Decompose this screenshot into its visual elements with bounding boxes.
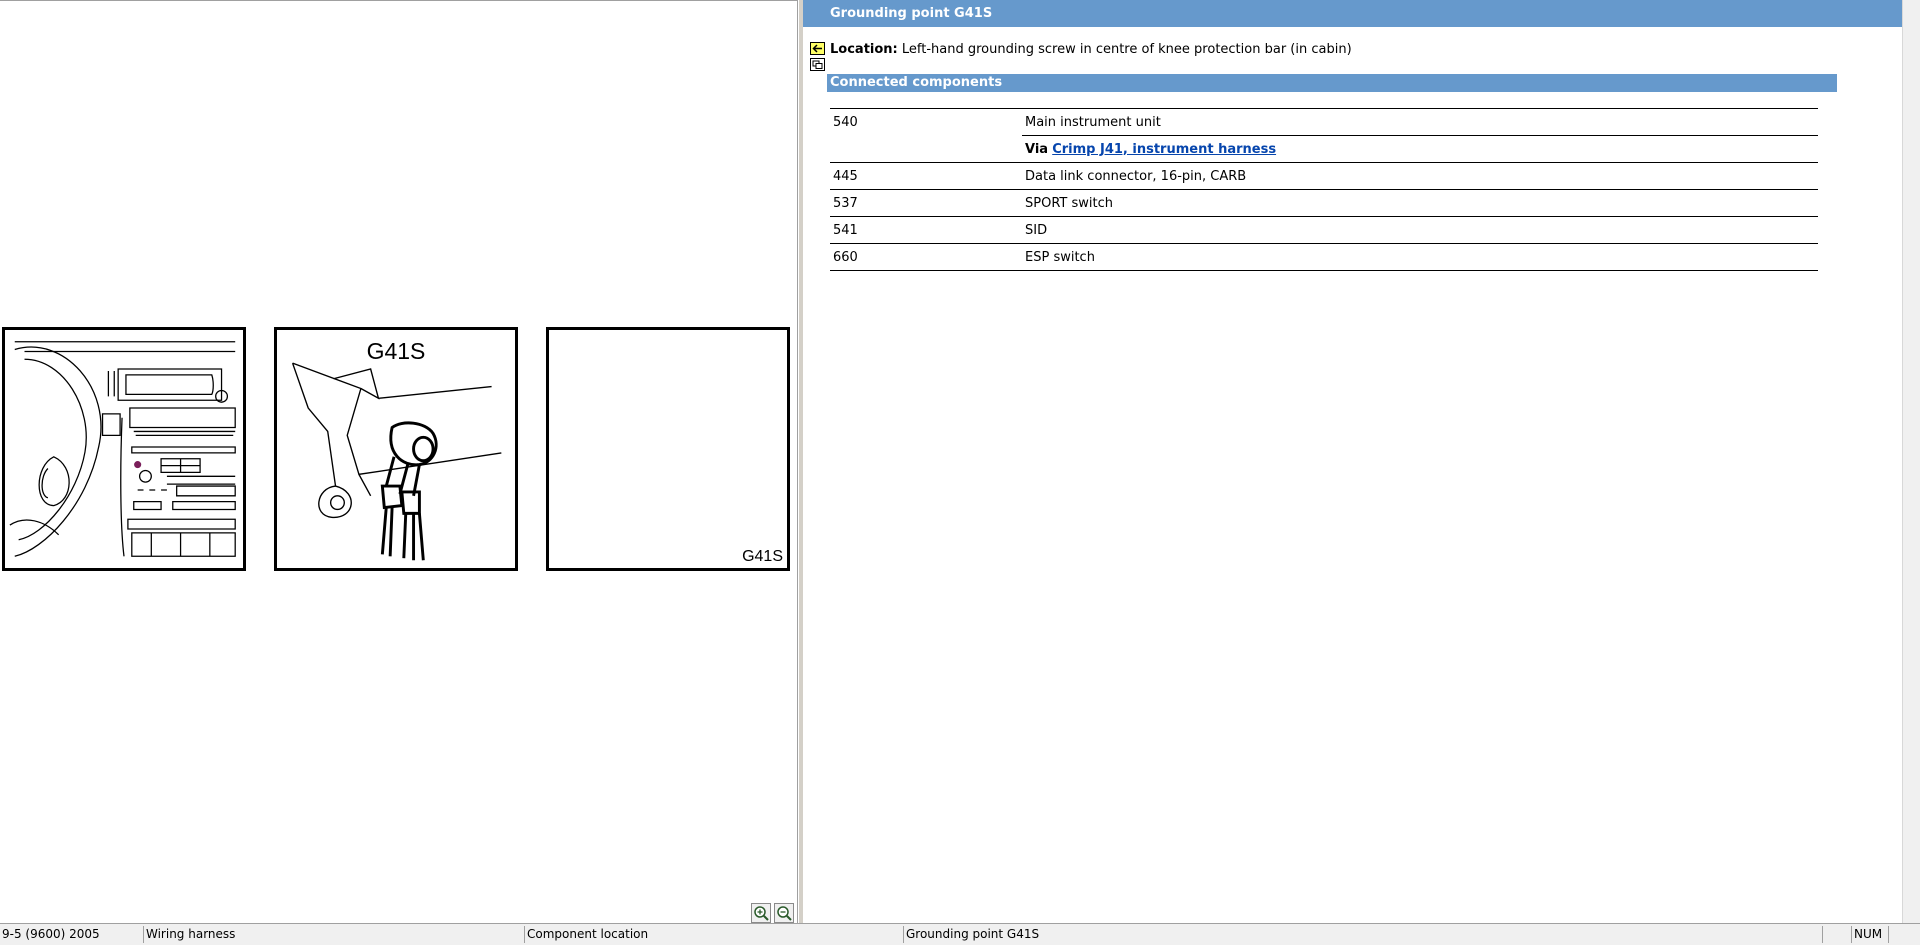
component-number: 541 xyxy=(830,216,1022,244)
status-num: NUM xyxy=(1851,926,1888,943)
zoom-out-icon xyxy=(777,906,792,921)
crimp-j41-link[interactable]: Crimp J41, instrument harness xyxy=(1052,142,1276,157)
status-item: Grounding point G41S xyxy=(903,926,1822,943)
component-location-illustration[interactable]: G41S xyxy=(546,327,790,571)
status-model: 9-5 (9600) 2005 xyxy=(2,927,100,941)
component-description: Main instrument unit xyxy=(1022,108,1818,136)
table-row: 540 Main instrument unit xyxy=(830,108,1818,136)
zoom-out-button[interactable] xyxy=(774,903,794,923)
status-category: Wiring harness xyxy=(143,926,524,943)
component-number: 445 xyxy=(830,162,1022,190)
via-prefix: Via xyxy=(1025,141,1049,157)
info-pane: Grounding point G41S Location: Left-hand… xyxy=(803,0,1902,923)
connected-components-heading: Connected components xyxy=(827,74,1837,92)
component-number: 537 xyxy=(830,189,1022,217)
vertical-scrollbar[interactable] xyxy=(1902,0,1920,923)
grounding-point-detail-illustration[interactable]: G41S xyxy=(274,327,518,571)
table-row: 660 ESP switch xyxy=(830,243,1818,271)
dashboard-overview-illustration[interactable] xyxy=(2,327,246,571)
page-title: Grounding point G41S xyxy=(803,0,1902,27)
zoom-in-button[interactable] xyxy=(751,903,771,923)
location-text: Left-hand grounding screw in centre of k… xyxy=(901,42,1352,57)
component-description: SPORT switch xyxy=(1022,189,1818,217)
back-arrow-icon[interactable] xyxy=(810,42,825,55)
table-row-via: Via Crimp J41, instrument harness xyxy=(830,135,1818,163)
component-description: ESP switch xyxy=(1022,243,1818,271)
component-number: 540 xyxy=(830,108,1022,136)
component-description: Data link connector, 16-pin, CARB xyxy=(1022,162,1818,190)
copy-icon[interactable] xyxy=(810,58,825,71)
connected-components-table: 540 Main instrument unit Via Crimp J41, … xyxy=(830,108,1818,271)
location-label: Location: xyxy=(830,42,898,57)
status-extra xyxy=(1888,926,1920,943)
zoom-in-icon xyxy=(754,906,769,921)
table-row: 445 Data link connector, 16-pin, CARB xyxy=(830,162,1818,190)
status-bar: 9-5 (9600) 2005 Wiring harness Component… xyxy=(0,923,1920,945)
table-row: 541 SID xyxy=(830,216,1818,244)
location-label: G41S xyxy=(742,548,783,565)
status-view: Component location xyxy=(524,926,903,943)
table-row: 537 SPORT switch xyxy=(830,189,1818,217)
component-number: 660 xyxy=(830,243,1022,271)
status-blank xyxy=(1822,926,1851,943)
component-description: SID xyxy=(1022,216,1818,244)
illustration-pane: G41S G41S xyxy=(0,0,798,923)
location-line: Location: Left-hand grounding screw in c… xyxy=(830,42,1352,57)
